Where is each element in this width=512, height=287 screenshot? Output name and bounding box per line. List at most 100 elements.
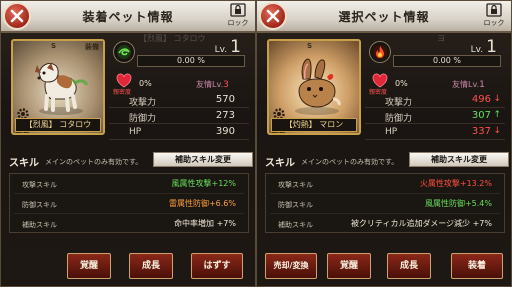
stat-value: 496 — [471, 94, 491, 105]
stat-row: HP 337 ↓ — [365, 126, 505, 140]
skill-type: 防御スキル — [278, 201, 313, 209]
element-badge — [369, 41, 391, 63]
skill-row: 補助スキル 命中率増加 +7% — [14, 216, 244, 234]
sell-convert-button[interactable]: 売却/変換 — [265, 253, 317, 279]
skill-row: 攻撃スキル 風属性攻撃+12% — [14, 176, 244, 194]
stat-up-arrow-icon: ↑ — [493, 110, 501, 120]
selected-pet-panel: 選択ペット情報 ロック S 編集 【灼熱】 マロン ヨ Lv. 1 0.00 % … — [256, 0, 512, 287]
exp-bar: 0.00 % — [137, 55, 245, 67]
level-display: Lv. 1 — [215, 37, 241, 57]
skill-value: 風属性攻撃+12% — [171, 179, 236, 188]
skill-row: 攻撃スキル 火属性攻撃+13.2% — [270, 176, 500, 194]
skill-type: 補助スキル — [22, 221, 57, 229]
level-label: Lv. — [214, 45, 228, 55]
equip-button[interactable]: 装着 — [451, 253, 503, 279]
skill-row: 補助スキル 被クリティカル追加ダメージ減少 +7% — [270, 216, 500, 234]
pet-name: 【灼熱】 マロン — [271, 118, 357, 132]
stat-row: 防御力 307 ↑ — [365, 110, 505, 124]
friendship-level-value: 3 — [223, 80, 229, 90]
pet-name-shadow: 【烈風】 コタロウ — [139, 34, 206, 43]
wind-element-icon — [117, 45, 131, 59]
lock-icon — [486, 3, 502, 17]
stats-list: 攻撃力 496 ↓ 防御力 307 ↑ HP 337 ↓ — [365, 94, 505, 142]
skill-type: 防御スキル — [22, 201, 57, 209]
lock-label: ロック — [227, 19, 249, 27]
skill-row: 防御スキル 風属性防御+5.4% — [270, 196, 500, 214]
lock-label: ロック — [483, 19, 505, 27]
awaken-button[interactable]: 覚醒 — [327, 253, 371, 279]
skill-type: 補助スキル — [278, 221, 313, 229]
stat-value: 337 — [471, 126, 491, 137]
lock-button[interactable]: ロック — [481, 3, 507, 31]
rabbit-pet-illustration — [295, 58, 341, 115]
awaken-button[interactable]: 覚醒 — [67, 253, 111, 279]
skill-title: スキル — [9, 158, 39, 169]
skill-value: 火属性攻撃+13.2% — [419, 179, 492, 188]
friendship-level: 友情Lv.1 — [452, 79, 485, 90]
change-sub-skill-button[interactable]: 補助スキル変更 — [153, 152, 253, 167]
stat-label: 攻撃力 — [385, 98, 413, 108]
skill-value: 命中率増加 +7% — [174, 219, 236, 228]
skill-note: メインのペットのみ有効です。 — [301, 158, 399, 166]
skill-row: 防御スキル 雷属性防御+6.6% — [14, 196, 244, 214]
grade-label: S — [307, 42, 313, 50]
stat-label: 防御力 — [385, 114, 413, 124]
stat-label: 防御力 — [129, 114, 157, 124]
unequip-button[interactable]: はずす — [191, 253, 243, 279]
stat-label: 攻撃力 — [129, 98, 157, 108]
stat-label: HP — [385, 127, 398, 137]
grade-label: S — [51, 42, 57, 50]
panel-title: 選択ペット情報 — [338, 10, 430, 24]
fire-element-icon — [373, 45, 387, 59]
skill-type: 攻撃スキル — [278, 181, 313, 189]
skill-title: スキル — [265, 158, 295, 169]
pet-name-shadow: ヨ — [437, 34, 445, 43]
skill-header: スキル メインのペットのみ有効です。 補助スキル変更 — [5, 152, 253, 172]
stat-row: 攻撃力 570 — [109, 94, 249, 108]
close-icon — [10, 9, 24, 23]
skill-value: 雷属性防御+6.6% — [168, 199, 236, 208]
close-button[interactable] — [259, 2, 287, 30]
friendship-level-label: 友情Lv. — [196, 80, 224, 89]
exp-bar: 0.00 % — [393, 55, 501, 67]
stat-down-arrow-icon: ↓ — [493, 94, 501, 104]
friendship-level-label: 友情Lv. — [452, 80, 480, 89]
lock-icon — [230, 3, 246, 17]
equipped-pet-panel: 装着ペット情報 ロック S 装備 編集 【烈風】 コタロウ 【烈風】 コタロウ … — [0, 0, 256, 287]
skill-list: 攻撃スキル 風属性攻撃+12% 防御スキル 雷属性防御+6.6% 補助スキル 命中率増… — [9, 173, 249, 233]
friendship-percent: 0% — [395, 79, 408, 88]
level-display: Lv. 1 — [471, 37, 497, 57]
close-button[interactable] — [3, 2, 31, 30]
level-label: Lv. — [470, 45, 484, 55]
action-bar: 覚醒 成長 はずす — [1, 245, 255, 285]
level-value: 1 — [230, 37, 241, 57]
stat-value: 570 — [215, 94, 235, 105]
equipped-badge: 装備 — [85, 43, 99, 51]
stat-value: 390 — [215, 126, 235, 137]
skill-header: スキル メインのペットのみ有効です。 補助スキル変更 — [261, 152, 509, 172]
pet-name: 【烈風】 コタロウ — [15, 118, 101, 132]
title-bar: 装着ペット情報 ロック — [1, 1, 255, 33]
friendship-level-value: 1 — [479, 80, 485, 90]
skill-note: メインのペットのみ有効です。 — [45, 158, 143, 166]
grow-button[interactable]: 成長 — [129, 253, 173, 279]
skill-list: 攻撃スキル 火属性攻撃+13.2% 防御スキル 風属性防御+5.4% 補助スキル 被ク… — [265, 173, 505, 233]
grow-button[interactable]: 成長 — [387, 253, 431, 279]
skill-value: 風属性防御+5.4% — [424, 199, 492, 208]
stat-down-arrow-icon: ↓ — [493, 126, 501, 136]
friendship-level: 友情Lv.3 — [196, 79, 229, 90]
stat-row: 攻撃力 496 ↓ — [365, 94, 505, 108]
stat-value: 307 — [471, 110, 491, 121]
close-icon — [266, 9, 280, 23]
friendship-percent: 0% — [139, 79, 152, 88]
skill-type: 攻撃スキル — [22, 181, 57, 189]
stat-row: 防御力 273 — [109, 110, 249, 124]
action-bar: 売却/変換 覚醒 成長 装着 — [257, 245, 511, 285]
lock-button[interactable]: ロック — [225, 3, 251, 31]
panel-title: 装着ペット情報 — [82, 10, 174, 24]
dog-pet-illustration — [35, 62, 89, 115]
change-sub-skill-button[interactable]: 補助スキル変更 — [409, 152, 509, 167]
stat-row: HP 390 — [109, 126, 249, 140]
stat-value: 273 — [215, 110, 235, 121]
level-value: 1 — [486, 37, 497, 57]
